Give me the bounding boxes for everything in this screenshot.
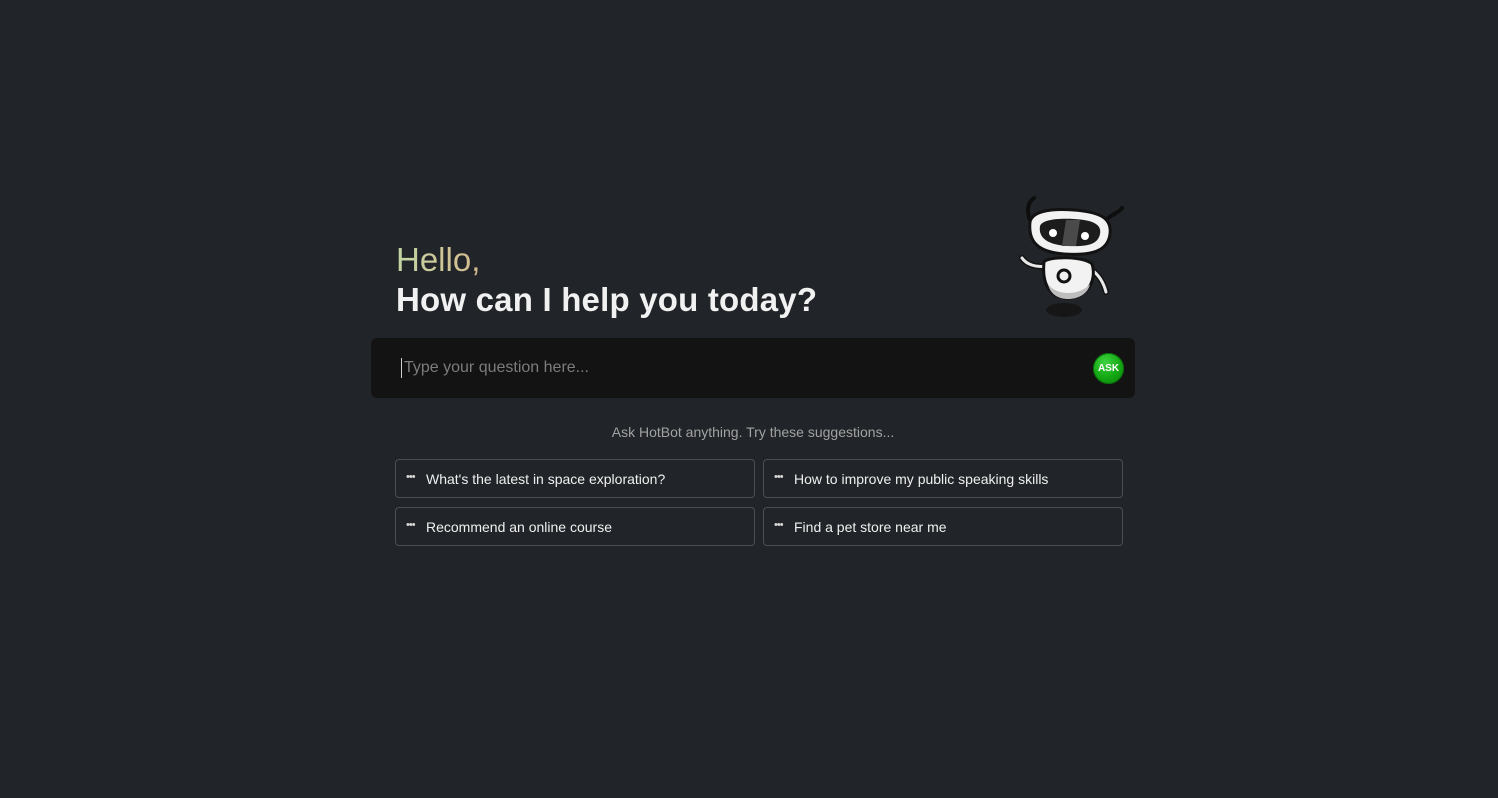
suggestions-hint: Ask HotBot anything. Try these suggestio… — [611, 424, 895, 440]
ask-box: ASK — [371, 338, 1135, 398]
question-input[interactable] — [401, 358, 1084, 378]
suggestion-label: What's the latest in space exploration? — [426, 470, 666, 487]
suggestion-space-exploration[interactable]: ••• What's the latest in space explorati… — [395, 459, 755, 498]
suggestion-label: Find a pet store near me — [794, 518, 947, 535]
greeting-subtitle: How can I help you today? — [396, 281, 818, 318]
greeting-hello: Hello, — [396, 241, 481, 278]
suggestion-online-course[interactable]: ••• Recommend an online course — [395, 507, 755, 546]
more-dots-icon: ••• — [774, 470, 784, 483]
suggestion-public-speaking[interactable]: ••• How to improve my public speaking sk… — [763, 459, 1123, 498]
more-dots-icon: ••• — [406, 470, 416, 483]
suggestions-grid: ••• What's the latest in space explorati… — [395, 459, 1123, 546]
suggestion-label: Recommend an online course — [426, 518, 612, 535]
suggestion-label: How to improve my public speaking skills — [794, 470, 1049, 487]
more-dots-icon: ••• — [774, 518, 784, 531]
more-dots-icon: ••• — [406, 518, 416, 531]
page: Hello, How can I help you today? ASK Ask… — [0, 0, 1498, 798]
greeting: Hello, How can I help you today? — [396, 240, 817, 320]
ask-button[interactable]: ASK — [1093, 353, 1124, 384]
robot-mascot-icon — [1019, 196, 1124, 317]
suggestion-pet-store[interactable]: ••• Find a pet store near me — [763, 507, 1123, 546]
